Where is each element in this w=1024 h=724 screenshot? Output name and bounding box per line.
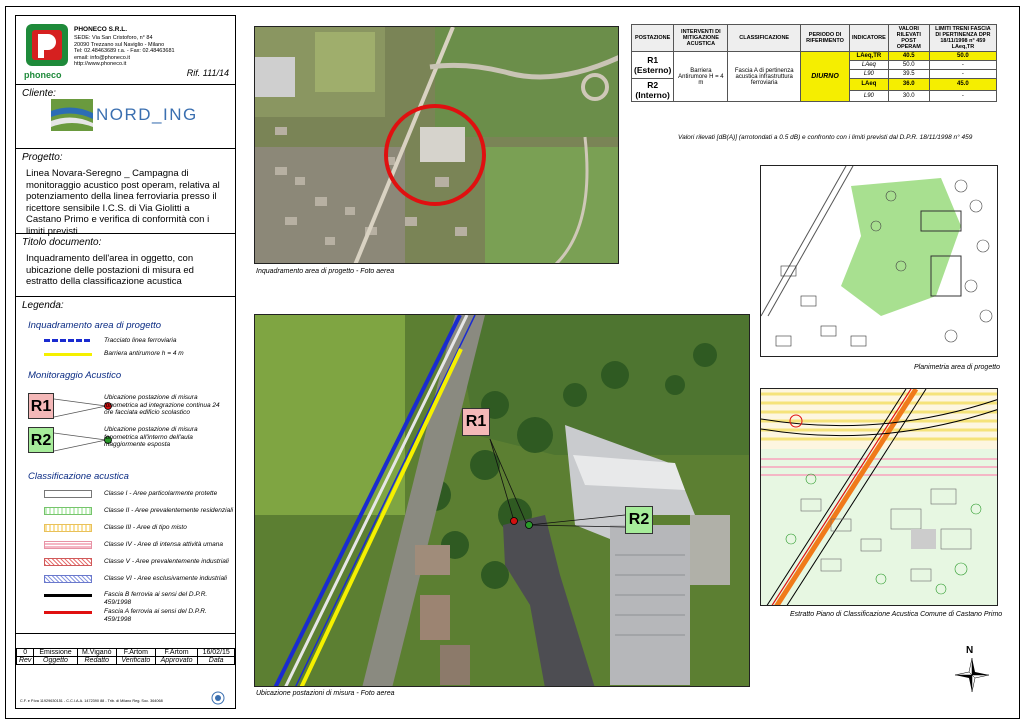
- r1-map-badge: R1: [462, 408, 490, 436]
- client-label: Cliente:: [22, 88, 56, 99]
- company-address: SEDE: Via San Cristoforo, n° 84 20090 Tr…: [74, 35, 175, 67]
- class-5-text: Classe V - Aree prevalentemente industri…: [104, 558, 229, 565]
- table-note: Valori rilevati [dB(A)] (arrotondati a 0…: [678, 134, 973, 141]
- zoning-map: [760, 388, 998, 606]
- class-4-swatch: [44, 541, 92, 549]
- period-cell: DIURNO: [799, 51, 851, 102]
- project-box: Progetto: Linea Novara-Seregno _ Campagn…: [16, 149, 235, 237]
- nording-logo-icon: [51, 99, 93, 131]
- r2-station-sub: (Interno): [635, 90, 670, 100]
- r1-station-sub: (Esterno): [634, 65, 672, 75]
- barrier-swatch: [44, 353, 92, 356]
- class-2-swatch: [44, 507, 92, 515]
- legend-section-area: Inquadramento area di progetto: [28, 320, 162, 331]
- class-3-text: Classe III - Aree di tipo misto: [104, 524, 187, 531]
- class-6-swatch: [44, 575, 92, 583]
- phoneco-logo-text: phoneco: [24, 70, 62, 80]
- document-title-text: Inquadramento dell'area in oggetto, con …: [26, 253, 194, 287]
- revision-header-row: Rev Oggetto Redatto Verificato Approvato Dat…: [15, 656, 235, 665]
- class-6-text: Classe VI - Aree esclusivamente industri…: [104, 575, 227, 582]
- legend-section-monitoring: Monitoraggio Acustico: [28, 370, 122, 381]
- r2-badge: R2: [28, 427, 54, 453]
- zoning-map-image: [761, 389, 997, 605]
- fascia-b-text: Fascia B ferrovia ai sensi del D.P.R. 45…: [104, 591, 208, 606]
- revision-table: 0 Emissione M.Viganò F.Artom F.Artom 16/02/1…: [15, 648, 235, 665]
- certification-logo-icon: [211, 691, 225, 705]
- footer-text: C.F. e P.iva 11929630151 - C.C.I.A.A. 14…: [20, 699, 163, 703]
- company-header: phoneco PHONECO S.R.L. SEDE: Via San Cri…: [16, 16, 235, 85]
- site-plan-image: [761, 166, 997, 356]
- legend-section-classification: Classificazione acustica: [28, 471, 129, 482]
- class-1-swatch: [44, 490, 92, 498]
- class-5-swatch: [44, 558, 92, 566]
- phoneco-logo-icon: [26, 24, 68, 66]
- document-title-label: Titolo documento:: [22, 237, 102, 248]
- reference-number: Rif. 111/14: [186, 68, 229, 78]
- document-title-box: Titolo documento: Inquadramento dell'are…: [16, 234, 235, 297]
- class-4-text: Classe IV - Aree di intensa attività uma…: [104, 541, 223, 548]
- class-2-text: Classe II - Aree prevalentemente residen…: [104, 507, 234, 514]
- r1-badge: R1: [28, 393, 54, 419]
- nording-logo-text: NORD_ING: [96, 105, 198, 124]
- results-header-row: POSTAZIONE INTERVENTI DI MITIGAZIONE ACUS…: [630, 24, 998, 52]
- project-label: Progetto:: [22, 152, 63, 163]
- aerial-overview-caption: Inquadramento area di progetto - Foto ae…: [256, 268, 395, 275]
- client-box: Cliente: NORD_ING: [16, 85, 235, 149]
- results-row: R1 (Esterno) Barriera Antirumore H = 4 m…: [630, 51, 998, 102]
- north-arrow-icon: [955, 658, 989, 692]
- north-label: N: [966, 645, 974, 656]
- fascia-b-swatch: [44, 594, 92, 597]
- company-name: PHONECO S.R.L.: [74, 26, 128, 33]
- aerial-overview-photo: [254, 26, 619, 264]
- barrier-text: Barriera antirumore h = 4 m: [104, 350, 184, 357]
- fascia-a-swatch: [44, 611, 92, 614]
- measurement-site-photo: R1 R2: [254, 314, 750, 687]
- classification-cell: Fascia A di pertinenza acustica infrastr…: [727, 51, 801, 102]
- site-plan-drawing: [760, 165, 998, 357]
- title-block: phoneco PHONECO S.R.L. SEDE: Via San Cri…: [15, 15, 236, 709]
- results-table: POSTAZIONE INTERVENTI DI MITIGAZIONE ACUS…: [630, 24, 998, 102]
- legend-label: Legenda:: [22, 300, 64, 311]
- r2-text: Ubicazione postazione di misura fonometr…: [104, 426, 198, 448]
- zoning-map-caption: Estratto Piano di Classificazione Acusti…: [790, 611, 1003, 618]
- rail-track-text: Tracciato linea ferroviaria: [104, 337, 177, 344]
- r1-station-name: R1: [647, 55, 659, 65]
- revision-row: 0 Emissione M.Viganò F.Artom F.Artom 16/02/1…: [15, 648, 235, 657]
- r2-marker-icon: [525, 521, 533, 529]
- legend-box: Legenda: Inquadramento area di progetto …: [16, 297, 235, 634]
- r2-station-name: R2: [647, 80, 659, 90]
- r2-map-badge: R2: [625, 506, 653, 534]
- measurement-site-caption: Ubicazione postazioni di misura - Foto a…: [256, 690, 395, 697]
- project-text: Linea Novara-Seregno _ Campagna di monit…: [26, 168, 220, 237]
- class-3-swatch: [44, 524, 92, 532]
- class-1-text: Classe I - Aree particolarmente protette: [104, 490, 218, 497]
- fascia-a-text: Fascia A ferrovia ai sensi del D.P.R. 45…: [104, 608, 207, 623]
- r1-text: Ubicazione postazione di misura fonometr…: [104, 394, 220, 416]
- rail-track-swatch: [44, 339, 92, 342]
- site-plan-caption: Planimetria area di progetto: [914, 364, 1000, 371]
- measurement-site-image: [255, 315, 749, 686]
- aerial-overview-image: [255, 27, 618, 263]
- r1-marker-icon: [510, 517, 518, 525]
- mitigation-cell: Barriera Antirumore H = 4 m: [673, 51, 729, 102]
